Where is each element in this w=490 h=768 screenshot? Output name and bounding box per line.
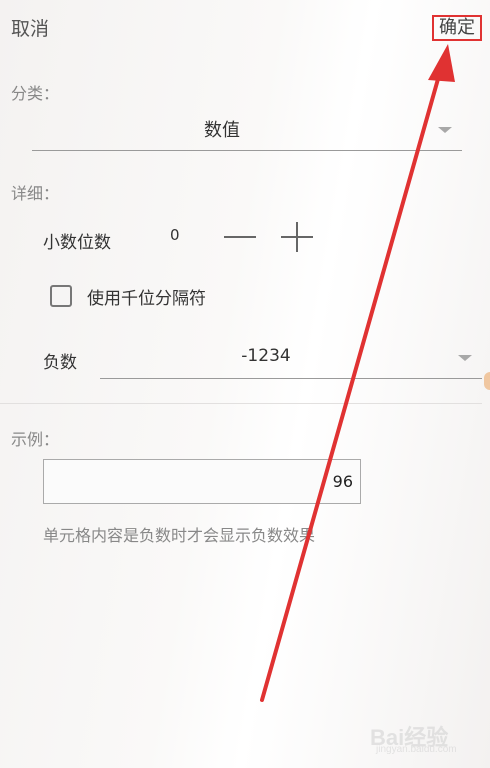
number-format-page: 取消 确定 分类： 数值 详细： 小数位数 0 使用千位分隔符 负数 -1234… xyxy=(0,0,490,768)
ok-button[interactable]: 确定 xyxy=(432,15,482,41)
category-section-label: 分类： xyxy=(11,84,60,103)
watermark-subtext: jingyan.baidu.com xyxy=(376,744,457,755)
negative-hint-text: 单元格内容是负数时才会显示负数效果 xyxy=(43,526,316,545)
category-selected-value: 数值 xyxy=(204,120,240,141)
thousands-separator-label: 使用千位分隔符 xyxy=(87,289,206,309)
sample-preview-box: 96 xyxy=(43,459,361,504)
details-section-label: 详细： xyxy=(11,184,60,203)
increase-decimal-button[interactable] xyxy=(281,222,313,252)
negative-format-selected-value: -1234 xyxy=(241,346,291,366)
negative-format-select[interactable]: -1234 xyxy=(100,342,482,379)
thousands-separator-checkbox[interactable] xyxy=(50,285,72,307)
baidu-jingyan-watermark: Bai经验 jingyan.baidu.com xyxy=(370,716,470,760)
section-divider xyxy=(0,403,482,404)
decimal-places-value: 0 xyxy=(170,226,180,244)
decrease-decimal-button[interactable] xyxy=(224,222,256,252)
sample-section-label: 示例： xyxy=(11,430,60,449)
cancel-button[interactable]: 取消 xyxy=(11,14,49,41)
top-bar: 取消 确定 xyxy=(0,0,490,56)
edge-handle xyxy=(484,372,490,390)
category-caret-down-icon xyxy=(438,127,452,133)
negative-number-label: 负数 xyxy=(43,353,77,373)
sample-preview-value: 96 xyxy=(332,472,353,491)
decimal-places-label: 小数位数 xyxy=(43,233,111,253)
negative-caret-down-icon xyxy=(458,355,472,361)
category-select[interactable]: 数值 xyxy=(32,114,462,151)
